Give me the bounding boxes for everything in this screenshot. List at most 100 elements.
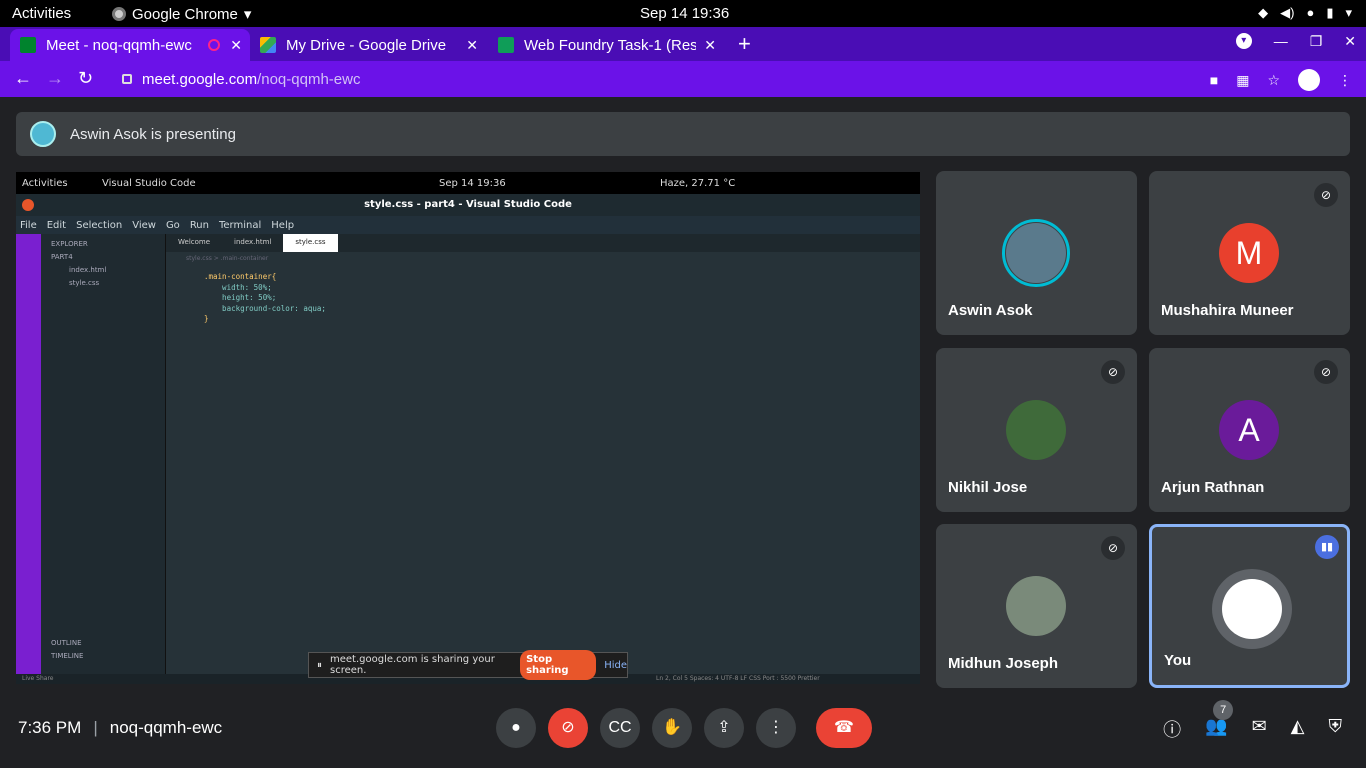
window-controls: ▾ — ❐ ✕ bbox=[1235, 33, 1356, 50]
close-icon bbox=[22, 199, 34, 211]
forward-button[interactable]: → bbox=[46, 68, 64, 89]
pause-icon: ⏸ bbox=[317, 659, 322, 671]
logo-icon bbox=[1222, 579, 1282, 639]
os-clock[interactable]: Sep 14 19:36 bbox=[640, 5, 729, 22]
url-host: meet.google.com bbox=[142, 70, 258, 88]
leave-call-button[interactable]: ☎ bbox=[816, 708, 872, 748]
minimize-button[interactable]: — bbox=[1274, 33, 1288, 50]
url-path: /noq-qqmh-ewc bbox=[257, 70, 361, 88]
call-controls: ● ⊘ CC ✋ ⇪ ⋮ ☎ bbox=[496, 708, 872, 748]
toolbar-actions: ■ ▦ ☆ ⋮ bbox=[1210, 69, 1352, 91]
vscode-window-title: style.css - part4 - Visual Studio Code bbox=[364, 199, 572, 210]
meeting-code: noq-qqmh-ewc bbox=[109, 718, 223, 737]
participant-tile[interactable]: ⊘ M Mushahira Muneer bbox=[1149, 171, 1350, 335]
activities-icon[interactable]: ◭ bbox=[1291, 716, 1305, 742]
captions-button[interactable]: CC bbox=[600, 708, 640, 748]
shared-clock: Sep 14 19:36 bbox=[439, 178, 506, 189]
chevron-down-icon: ▾ bbox=[243, 6, 252, 23]
camera-off-button[interactable]: ⊘ bbox=[548, 708, 588, 748]
chevron-down-icon: ▾ bbox=[1345, 5, 1352, 20]
close-icon[interactable]: ✕ bbox=[704, 37, 716, 54]
vscode-menu: File Edit Selection View Go Run Terminal… bbox=[16, 216, 920, 234]
participant-tile[interactable]: Aswin Asok bbox=[936, 171, 1137, 335]
back-button[interactable]: ← bbox=[14, 68, 32, 89]
camera-icon[interactable]: ■ bbox=[1210, 72, 1218, 88]
apps-icon[interactable]: ▦ bbox=[1236, 72, 1249, 89]
explorer-file: style.css bbox=[69, 279, 100, 287]
sharing-notice-bar: ⏸ meet.google.com is sharing your screen… bbox=[308, 650, 628, 680]
explorer-timeline: TIMELINE bbox=[51, 652, 84, 660]
address-bar[interactable]: meet.google.com/noq-qqmh-ewc bbox=[110, 65, 1290, 93]
participant-name: Nikhil Jose bbox=[948, 479, 1028, 496]
menu-go: Go bbox=[165, 219, 180, 231]
os-top-bar: Activities Google Chrome ▾ Sep 14 19:36 … bbox=[0, 0, 1366, 27]
code-line: height: 50%; bbox=[204, 293, 277, 302]
code-line: .main-container{ bbox=[204, 272, 277, 281]
participant-tile[interactable]: ⊘ Nikhil Jose bbox=[936, 348, 1137, 512]
avatar bbox=[1212, 569, 1292, 649]
battery-icon: ▮ bbox=[1326, 5, 1334, 20]
menu-terminal: Terminal bbox=[219, 219, 262, 231]
participant-name: Midhun Joseph bbox=[948, 655, 1058, 672]
system-tray[interactable]: ◆ ◀) ● ▮ ▾ bbox=[1258, 5, 1352, 21]
more-options-button[interactable]: ⋮ bbox=[756, 708, 796, 748]
more-menu-icon[interactable]: ⋮ bbox=[1338, 72, 1352, 89]
chat-icon[interactable]: ✉ bbox=[1252, 716, 1267, 742]
maximize-button[interactable]: ❐ bbox=[1310, 33, 1323, 50]
meeting-info: 7:36 PM | noq-qqmh-ewc bbox=[18, 718, 222, 738]
tab-meet[interactable]: Meet - noq-qqmh-ewc ✕ bbox=[10, 29, 250, 61]
menu-help: Help bbox=[271, 219, 295, 231]
shared-screen[interactable]: Activities Visual Studio Code Sep 14 19:… bbox=[16, 172, 920, 684]
participant-name: Arjun Rathnan bbox=[1161, 479, 1265, 496]
bookmark-star-icon[interactable]: ☆ bbox=[1267, 72, 1280, 89]
close-window-button[interactable]: ✕ bbox=[1344, 33, 1356, 50]
app-menu[interactable]: Google Chrome ▾ bbox=[112, 5, 251, 23]
tab-search-button[interactable]: ▾ bbox=[1235, 33, 1252, 49]
mic-off-icon: ⊘ bbox=[1314, 360, 1338, 384]
live-share-label: Live Share bbox=[22, 675, 54, 682]
avatar: M bbox=[1219, 223, 1279, 283]
participant-name: You bbox=[1164, 652, 1192, 669]
editor-tab: index.html bbox=[234, 238, 272, 246]
avatar bbox=[1006, 576, 1066, 636]
self-tile[interactable]: ▮▮ You bbox=[1149, 524, 1350, 688]
reload-button[interactable]: ↻ bbox=[78, 68, 93, 89]
menu-run: Run bbox=[189, 219, 209, 231]
presenting-banner: Aswin Asok is presenting bbox=[16, 112, 1350, 156]
vscode-explorer: EXPLORER PART4 index.html style.css OUTL… bbox=[41, 234, 166, 674]
microphone-button[interactable]: ● bbox=[496, 708, 536, 748]
app-name: Google Chrome bbox=[132, 5, 238, 23]
explorer-header: EXPLORER bbox=[51, 240, 88, 248]
info-icon[interactable]: ⓘ bbox=[1163, 716, 1181, 742]
tab-sheets[interactable]: Web Foundry Task-1 (Resp ✕ bbox=[488, 29, 724, 61]
close-icon[interactable]: ✕ bbox=[230, 37, 242, 54]
vscode-body: EXPLORER PART4 index.html style.css OUTL… bbox=[16, 234, 920, 674]
code-line: width: 50%; bbox=[204, 282, 272, 292]
tab-title: Meet - noq-qqmh-ewc bbox=[46, 36, 192, 54]
people-count-badge: 7 bbox=[1213, 700, 1234, 720]
editor-tabs: Welcome index.html style.css bbox=[166, 234, 920, 252]
participant-tile[interactable]: ⊘ A Arjun Rathnan bbox=[1149, 348, 1350, 512]
host-controls-icon[interactable]: ⛨ bbox=[1329, 716, 1343, 742]
avatar: A bbox=[1219, 400, 1279, 460]
people-button[interactable]: 7 👥 bbox=[1205, 700, 1234, 742]
explorer-folder: PART4 bbox=[51, 253, 73, 261]
mic-off-icon: ⊘ bbox=[1314, 183, 1338, 207]
mic-off-icon: ⊘ bbox=[1101, 360, 1125, 384]
raise-hand-button[interactable]: ✋ bbox=[652, 708, 692, 748]
extension-icon[interactable] bbox=[1298, 69, 1320, 91]
participant-tile[interactable]: ⊘ Midhun Joseph bbox=[936, 524, 1137, 688]
status-info: Ln 2, Col 5 Spaces: 4 UTF-8 LF CSS Port … bbox=[656, 675, 820, 682]
present-button[interactable]: ⇪ bbox=[704, 708, 744, 748]
tab-drive[interactable]: My Drive - Google Drive ✕ bbox=[250, 29, 486, 61]
code-line: } bbox=[204, 314, 209, 323]
close-icon[interactable]: ✕ bbox=[466, 37, 478, 54]
activities-button[interactable]: Activities bbox=[12, 5, 71, 22]
new-tab-button[interactable]: + bbox=[738, 31, 751, 57]
divider: | bbox=[93, 718, 98, 737]
presenting-text: Aswin Asok is presenting bbox=[70, 125, 236, 143]
menu-edit: Edit bbox=[46, 219, 67, 231]
mic-off-icon: ⊘ bbox=[1101, 536, 1125, 560]
sharing-notice-text: meet.google.com is sharing your screen. bbox=[330, 654, 495, 676]
lock-icon[interactable] bbox=[122, 74, 132, 84]
